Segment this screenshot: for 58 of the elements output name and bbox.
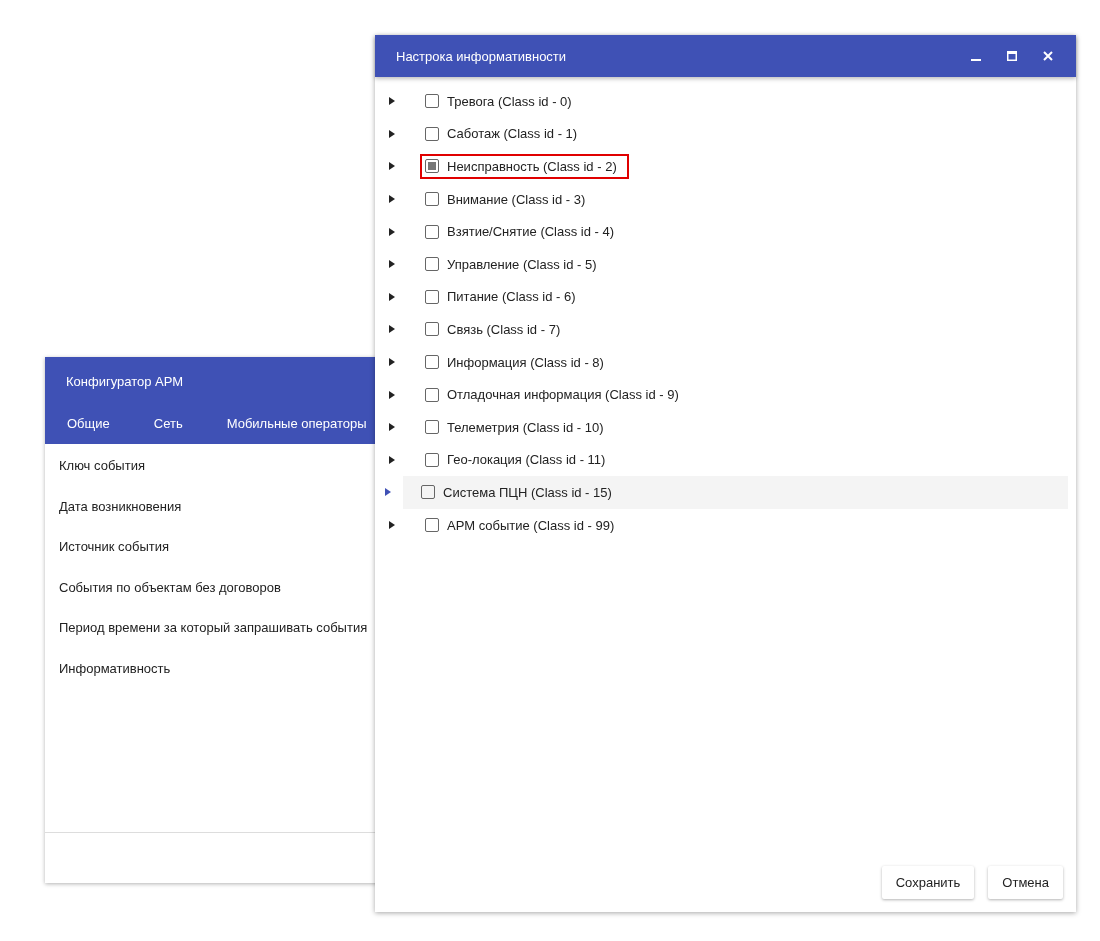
maximize-icon xyxy=(1007,51,1017,61)
field-label: Дата возникновения xyxy=(59,498,183,516)
tree-item[interactable]: Телеметрия (Class id - 10) xyxy=(420,414,616,440)
tab[interactable]: Мобильные операторы xyxy=(212,416,381,431)
tree-item[interactable]: Внимание (Class id - 3) xyxy=(420,186,598,212)
tree-item[interactable]: АРМ событие (Class id - 99) xyxy=(420,512,627,538)
checkbox[interactable] xyxy=(425,322,439,337)
expand-arrow-icon[interactable] xyxy=(389,423,395,432)
checkbox[interactable] xyxy=(425,126,439,141)
field-label: Ключ события xyxy=(59,458,146,475)
expand-arrow-icon[interactable] xyxy=(389,292,395,301)
tree-item[interactable]: Управление (Class id - 5) xyxy=(420,251,609,277)
tab[interactable]: Сеть xyxy=(139,416,197,431)
checkbox[interactable] xyxy=(425,518,439,532)
tree-item[interactable]: Связь (Class id - 7) xyxy=(420,316,573,342)
checkbox[interactable] xyxy=(425,257,439,272)
expand-arrow-icon[interactable] xyxy=(389,195,395,204)
highlighted-tree-item[interactable]: Неисправность (Class id - 2) xyxy=(420,154,629,179)
checkbox[interactable] xyxy=(425,289,439,304)
minimize-icon xyxy=(971,59,981,61)
save-button[interactable]: Сохранить xyxy=(881,866,975,899)
field-label: Период времени за который запрашивать события xyxy=(59,620,369,638)
expand-arrow-icon[interactable] xyxy=(385,488,391,497)
tree-item[interactable]: Система ПЦН (Class id - 15) xyxy=(416,479,624,505)
checkbox[interactable] xyxy=(425,192,439,207)
tree-item[interactable]: Отладочная информация (Class id - 9) xyxy=(420,382,691,408)
tree-item[interactable]: Информация (Class id - 8) xyxy=(420,349,616,375)
checkbox[interactable] xyxy=(425,224,439,239)
checkbox[interactable] xyxy=(425,355,439,370)
tree-item[interactable]: Гео-локация (Class id - 11) xyxy=(420,447,618,473)
expand-arrow-icon[interactable] xyxy=(389,390,395,399)
expand-arrow-icon[interactable] xyxy=(389,162,395,171)
field-label: Источник события xyxy=(59,539,171,557)
expand-arrow-icon[interactable] xyxy=(389,260,395,269)
checkbox[interactable] xyxy=(425,94,439,109)
checkbox[interactable] xyxy=(421,485,435,500)
dialog-title: Настрока информативности xyxy=(396,48,568,64)
tree-item[interactable]: Тревога (Class id - 0) xyxy=(420,88,584,114)
checkbox[interactable] xyxy=(425,159,439,174)
tree-item[interactable]: Питание (Class id - 6) xyxy=(420,284,588,310)
expand-arrow-icon[interactable] xyxy=(389,521,395,529)
checkbox[interactable] xyxy=(425,387,439,402)
expand-arrow-icon[interactable] xyxy=(389,227,395,236)
expand-arrow-icon[interactable] xyxy=(389,97,395,106)
checkbox[interactable] xyxy=(425,452,439,467)
tree-item[interactable]: Саботаж (Class id - 1) xyxy=(420,121,590,147)
expand-arrow-icon[interactable] xyxy=(389,325,395,334)
cancel-button[interactable]: Отмена xyxy=(988,866,1063,899)
close-icon xyxy=(1043,51,1053,61)
tree-item[interactable]: Взятие/Снятие (Class id - 4) xyxy=(420,219,627,245)
window-title: Конфигуратор АРМ xyxy=(65,373,185,391)
expand-arrow-icon[interactable] xyxy=(389,358,395,367)
field-label: Информативность xyxy=(59,660,172,678)
expand-arrow-icon[interactable] xyxy=(389,455,395,464)
field-label: События по объектам без договоров xyxy=(59,579,282,597)
expand-arrow-icon[interactable] xyxy=(389,129,395,138)
tab[interactable]: Общие xyxy=(53,416,124,431)
checkbox[interactable] xyxy=(425,420,439,435)
